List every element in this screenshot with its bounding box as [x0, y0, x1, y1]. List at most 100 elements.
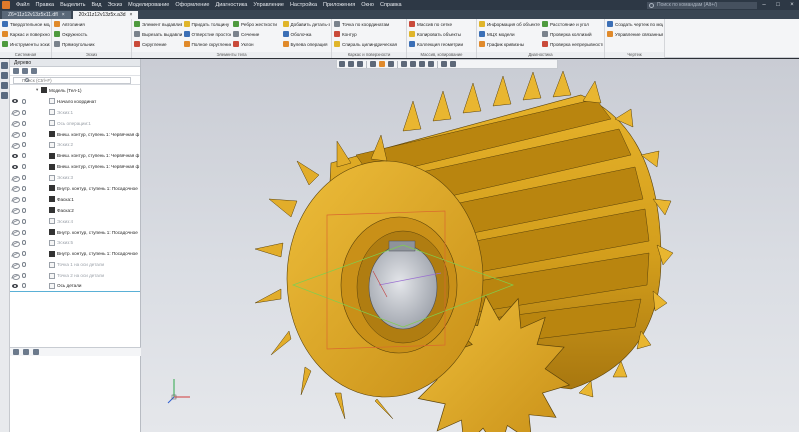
ribbon-button[interactable]: Инструменты эскиза [2, 41, 50, 47]
visibility-eye-icon[interactable] [12, 283, 18, 288]
ribbon-button[interactable]: Прямоугольник [54, 41, 130, 47]
tree-formula-icon[interactable] [33, 349, 39, 355]
tree-row[interactable]: Начало координат [10, 96, 140, 107]
visibility-eye-icon[interactable] [12, 110, 20, 117]
menu-item-6[interactable]: Оформление [172, 2, 212, 8]
cursor-icon[interactable] [441, 61, 447, 67]
ribbon-button[interactable]: Контур [334, 31, 405, 37]
ribbon-button[interactable]: Массив по сетке [409, 21, 475, 27]
ribbon-button[interactable]: Добавить деталь-заготовку [282, 21, 330, 27]
ribbon-button[interactable]: Вырезать выдавливанием [134, 31, 182, 37]
tree-row[interactable]: Внеш. контур, ступень 1: Червячная ф [10, 150, 140, 161]
tree-row[interactable]: Эскиз:2 [10, 139, 140, 150]
ribbon-button[interactable]: Автолиния [54, 21, 130, 27]
ribbon-button[interactable]: Ребро жесткости [233, 21, 281, 27]
command-search-input[interactable]: Поиск по командам (Alt+/) [647, 1, 757, 9]
maximize-button[interactable]: □ [771, 2, 785, 8]
tree-row[interactable]: Внутр. контур, ступень 1: Посадочное [10, 227, 140, 238]
hob-cutter-model[interactable] [141, 59, 799, 432]
menu-icon[interactable] [1, 92, 8, 99]
close-tab-icon[interactable]: × [62, 12, 65, 18]
visibility-eye-icon[interactable] [12, 208, 20, 215]
tree-row[interactable]: Фаска:2 [10, 205, 140, 216]
tree-row[interactable]: ▾ Модель (Тел-1) [10, 85, 140, 96]
orientation-icon[interactable] [370, 61, 376, 67]
menu-item-10[interactable]: Приложения [320, 2, 358, 8]
ribbon-button[interactable]: Копировать объекты [409, 31, 475, 37]
tree-row[interactable]: Внеш. контур, ступень 1: Червячная ф [10, 161, 140, 172]
ribbon-button[interactable]: Скругление [134, 41, 182, 47]
visibility-eye-icon[interactable] [12, 273, 20, 280]
tree-row[interactable]: Внутр. контур, ступень 1: Посадочное [10, 248, 140, 259]
visibility-eye-icon[interactable] [12, 251, 20, 258]
tree-row[interactable]: Ось операции:1 [10, 118, 140, 129]
visibility-eye-icon[interactable] [12, 132, 20, 138]
ribbon-button[interactable]: Твердотельное моделирование [2, 21, 50, 27]
visibility-eye-icon[interactable] [12, 164, 18, 169]
visibility-eye-icon[interactable] [12, 240, 20, 247]
tree-search-input[interactable] [13, 76, 131, 84]
pan-icon[interactable] [348, 61, 354, 67]
ribbon-button[interactable]: Создать чертеж по модели [607, 21, 663, 27]
tree-row[interactable]: Внеш. контур, ступень 1: Червячная ф [10, 129, 140, 140]
visibility-eye-icon[interactable] [12, 230, 20, 237]
filter-select-icon[interactable] [419, 61, 425, 67]
tree-panel-icon[interactable] [1, 62, 8, 69]
tree-row[interactable]: Ось детали [10, 281, 140, 292]
ribbon-button[interactable]: Управление связанными видами [607, 31, 663, 37]
ribbon-button[interactable]: Точка по координатам [334, 21, 405, 27]
visibility-eye-icon[interactable] [12, 121, 20, 128]
menu-item-8[interactable]: Управление [250, 2, 287, 8]
ribbon-button[interactable]: Уклон [233, 41, 281, 47]
tree-view-icon[interactable] [23, 349, 29, 355]
ribbon-button[interactable]: МЦХ модели [479, 31, 540, 37]
document-tab[interactable]: Z6=11z12v13z5x11.dfl × [2, 11, 71, 19]
menu-item-3[interactable]: Вид [89, 2, 105, 8]
menu-item-0[interactable]: Файл [13, 2, 33, 8]
display-icon[interactable] [31, 68, 37, 74]
close-window-button[interactable]: × [785, 2, 799, 8]
tree-row[interactable]: Фаска:1 [10, 194, 140, 205]
visibility-eye-icon[interactable] [12, 186, 20, 193]
ribbon-button[interactable]: Придать толщину [183, 21, 232, 27]
menu-item-9[interactable]: Настройка [287, 2, 320, 8]
ribbon-button[interactable]: График кривизны [479, 41, 540, 47]
close-tab-icon[interactable]: × [130, 12, 133, 18]
visibility-eye-icon[interactable] [12, 99, 18, 104]
section-icon[interactable] [388, 61, 394, 67]
ribbon-button[interactable]: Коллекция геометрии [409, 41, 475, 47]
tree-row[interactable]: Эскиз:4 [10, 216, 140, 227]
ribbon-button[interactable]: Проверка коллизий [542, 31, 603, 37]
highlight-icon[interactable] [450, 61, 456, 67]
snap-icon[interactable] [401, 61, 407, 67]
tree-row[interactable]: Внутр. контур, ступень 1: Посадочное [10, 183, 140, 194]
ribbon-button[interactable]: Проверка непрерывности [542, 41, 603, 47]
ribbon-button[interactable]: Отверстие простое [183, 31, 231, 37]
tree-row[interactable]: Эскиз:1 [10, 107, 140, 118]
zoom-icon[interactable] [339, 61, 345, 67]
ribbon-button[interactable]: Булева операция [282, 41, 331, 47]
layers-icon[interactable] [1, 82, 8, 89]
ribbon-button[interactable]: Информация об объекте [479, 21, 540, 27]
menu-item-7[interactable]: Диагностика [212, 2, 250, 8]
menu-item-5[interactable]: Моделирование [125, 2, 172, 8]
visibility-eye-icon[interactable] [12, 197, 20, 204]
tree-mode-icon[interactable] [13, 349, 19, 355]
ribbon-button[interactable]: Оболочка [282, 31, 331, 37]
visibility-eye-icon[interactable] [12, 153, 18, 158]
menu-item-2[interactable]: Выделить [57, 2, 88, 8]
visibility-eye-icon[interactable] [12, 142, 20, 149]
tree-row[interactable]: Эскиз:5 [10, 237, 140, 248]
ribbon-button[interactable]: Полное скругление [183, 41, 231, 47]
ribbon-button[interactable]: Расстояние и угол [542, 21, 603, 27]
lock-icon[interactable] [428, 61, 434, 67]
ribbon-button[interactable]: Спираль цилиндрическая [334, 41, 405, 47]
visibility-eye-icon[interactable] [12, 262, 20, 269]
ribbon-button[interactable]: Элемент выдавливания [134, 21, 182, 27]
minimize-button[interactable]: – [757, 2, 771, 8]
menu-item-4[interactable]: Эскиз [104, 2, 125, 8]
expand-arrow-icon[interactable]: ▾ [36, 87, 40, 93]
tree-structure-icon[interactable] [13, 68, 19, 74]
grid-icon[interactable] [410, 61, 416, 67]
menu-item-11[interactable]: Окно [358, 2, 377, 8]
